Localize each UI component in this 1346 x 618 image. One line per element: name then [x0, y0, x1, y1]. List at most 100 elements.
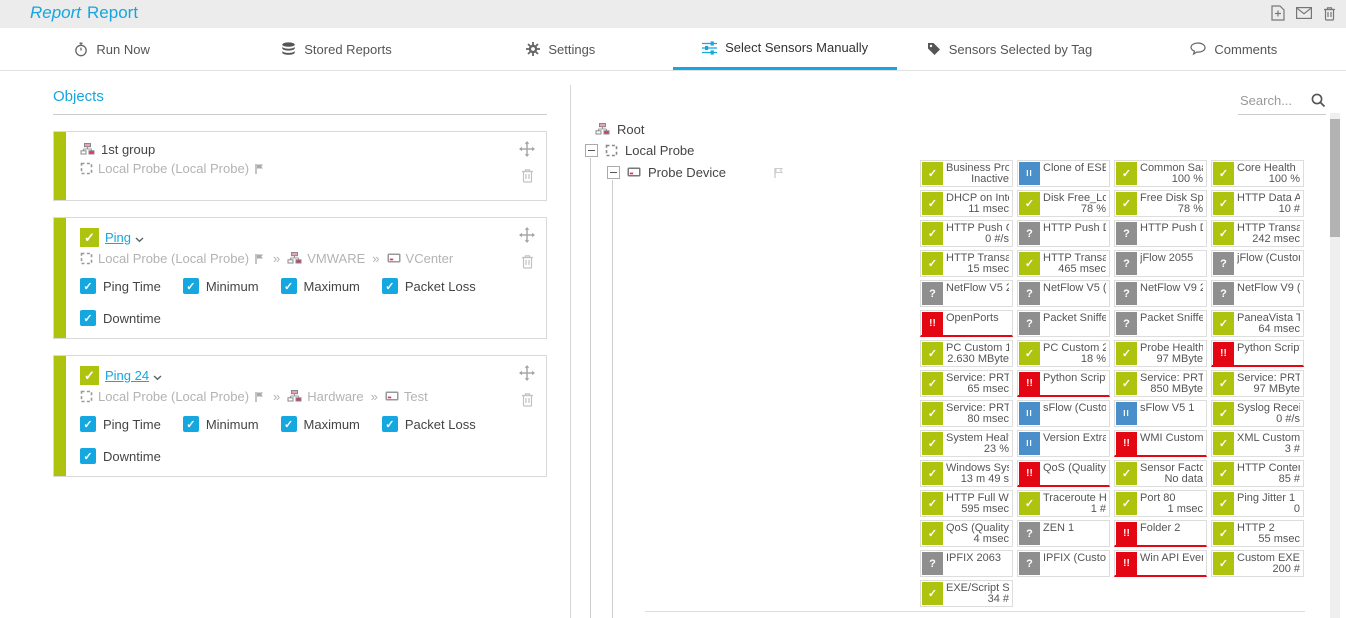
report-add-icon[interactable] [1271, 5, 1285, 21]
channel-checkbox-ping-time[interactable]: ✓Ping Time [80, 416, 161, 432]
sensor-tile[interactable]: ✓PC Custom 12.630 MByte [920, 340, 1013, 367]
sensor-tile[interactable]: ✓HTTP Push Co...0 #/s [920, 220, 1013, 247]
tree-node-probe-device[interactable]: Probe Device [607, 165, 785, 180]
channel-checkbox-maximum[interactable]: ✓Maximum [281, 416, 360, 432]
checkbox[interactable]: ✓ [382, 278, 398, 294]
tree-node-local-probe[interactable]: Local Probe [585, 143, 694, 158]
checkbox[interactable]: ✓ [281, 278, 297, 294]
sensor-tile[interactable]: !!Win API Eventl... [1114, 550, 1207, 577]
sensor-tile[interactable]: ✓Service: PRTG ...850 MByte [1114, 370, 1207, 397]
sensor-tile[interactable]: ✓XML Custom E...3 # [1211, 430, 1304, 457]
sensor-selected-checkbox[interactable]: ✓ [80, 366, 99, 385]
sensor-tile[interactable]: ✓Syslog Receive...0 #/s [1211, 400, 1304, 427]
scrollbar-track[interactable] [1330, 113, 1340, 618]
sensor-tile[interactable]: ✓System Health23 % [920, 430, 1013, 457]
sensor-tile[interactable]: !!WMI Custom S... [1114, 430, 1207, 457]
sensor-tile[interactable]: ✓PC Custom 218 % [1017, 340, 1110, 367]
checkbox[interactable]: ✓ [80, 278, 96, 294]
sensor-tile[interactable]: ✓Service: PRTG ...80 msec [920, 400, 1013, 427]
delete-icon[interactable] [521, 168, 534, 183]
chevron-down-icon[interactable] [135, 237, 144, 243]
tab-stored-reports[interactable]: Stored Reports [224, 28, 448, 70]
move-icon[interactable] [519, 141, 535, 157]
sensor-tile[interactable]: IIVersion Extract... [1017, 430, 1110, 457]
sensor-tile[interactable]: ✓QoS (Quality of...4 msec [920, 520, 1013, 547]
sensor-tile[interactable]: ✓Sensor Factory...No data [1114, 460, 1207, 487]
channel-checkbox-downtime[interactable]: ✓Downtime [80, 310, 161, 326]
sensor-tile[interactable]: ?IPFIX (Custom... [1017, 550, 1110, 577]
search-input[interactable] [1238, 92, 1304, 109]
tab-sensors-selected-by-tag[interactable]: Sensors Selected by Tag [897, 28, 1121, 70]
sensor-tile[interactable]: ✓Port 801 msec [1114, 490, 1207, 517]
search-icon[interactable] [1311, 93, 1326, 108]
sensor-tile[interactable]: IIsFlow (Custom... [1017, 400, 1110, 427]
checkbox[interactable]: ✓ [80, 448, 96, 464]
email-icon[interactable] [1296, 7, 1312, 19]
checkbox[interactable]: ✓ [183, 416, 199, 432]
sensor-tile[interactable]: ✓Windows Syst...13 m 49 s [920, 460, 1013, 487]
sensor-link[interactable]: Ping [105, 230, 131, 245]
sensor-tile[interactable]: !!QoS (Quality of... [1017, 460, 1110, 487]
sensor-tile[interactable]: ?ZEN 1 [1017, 520, 1110, 547]
sensor-tile[interactable]: ✓HTTP 255 msec [1211, 520, 1304, 547]
channel-checkbox-packet-loss[interactable]: ✓Packet Loss [382, 416, 476, 432]
tab-run-now[interactable]: Run Now [0, 28, 224, 70]
channel-checkbox-maximum[interactable]: ✓Maximum [281, 278, 360, 294]
checkbox[interactable]: ✓ [281, 416, 297, 432]
sensor-tile[interactable]: ✓Service: PRTG ...65 msec [920, 370, 1013, 397]
tab-settings[interactable]: Settings [449, 28, 673, 70]
sensor-tile[interactable]: ?HTTP Push Da... [1017, 220, 1110, 247]
sensor-tile[interactable]: IIsFlow V5 1 [1114, 400, 1207, 427]
move-icon[interactable] [519, 227, 535, 243]
sensor-tile[interactable]: ?IPFIX 2063 [920, 550, 1013, 577]
sensor-tile[interactable]: ✓Core Health100 % [1211, 160, 1304, 187]
checkbox[interactable]: ✓ [183, 278, 199, 294]
sensor-tile[interactable]: ✓HTTP Transact...465 msec [1017, 250, 1110, 277]
tree-node-root[interactable]: Root [595, 122, 644, 137]
sensor-link[interactable]: Ping 24 [105, 368, 149, 383]
checkbox[interactable]: ✓ [80, 310, 96, 326]
sensor-tile[interactable]: !!Python Script ... [1211, 340, 1304, 367]
sensor-tile[interactable]: ✓Traceroute Ho...1 # [1017, 490, 1110, 517]
sensor-tile[interactable]: !!OpenPorts [920, 310, 1013, 337]
sensor-tile[interactable]: ?NetFlow V9 (C... [1211, 280, 1304, 307]
sensor-tile[interactable]: ✓PaneaVista Te...64 msec [1211, 310, 1304, 337]
sensor-selected-checkbox[interactable]: ✓ [80, 228, 99, 247]
sensor-tile[interactable]: ✓HTTP Transact...15 msec [920, 250, 1013, 277]
sensor-tile[interactable]: ✓HTTP Content 185 # [1211, 460, 1304, 487]
channel-checkbox-ping-time[interactable]: ✓Ping Time [80, 278, 161, 294]
channel-checkbox-downtime[interactable]: ✓Downtime [80, 448, 161, 464]
sensor-tile[interactable]: ✓DHCP on Intel(...11 msec [920, 190, 1013, 217]
sensor-tile[interactable]: ✓Business Proc...Inactive [920, 160, 1013, 187]
sensor-tile[interactable]: ✓Common SaaS...100 % [1114, 160, 1207, 187]
channel-checkbox-minimum[interactable]: ✓Minimum [183, 278, 259, 294]
delete-icon[interactable] [521, 392, 534, 407]
sensor-tile[interactable]: ?jFlow 2055 [1114, 250, 1207, 277]
collapse-icon[interactable] [585, 144, 598, 157]
checkbox[interactable]: ✓ [382, 416, 398, 432]
sensor-tile[interactable]: ✓Custom EXE/S...200 # [1211, 550, 1304, 577]
sensor-tile[interactable]: ?NetFlow V9 20... [1114, 280, 1207, 307]
sensor-tile[interactable]: ?Packet Sniffer 2 [1114, 310, 1207, 337]
sensor-tile[interactable]: ✓EXE/Script Sen...34 # [920, 580, 1013, 607]
chevron-down-icon[interactable] [153, 375, 162, 381]
sensor-tile[interactable]: ?Packet Sniffer 1 [1017, 310, 1110, 337]
scrollbar-thumb[interactable] [1330, 119, 1340, 237]
sensor-tile[interactable]: ✓Probe Health97 MByte [1114, 340, 1207, 367]
tab-select-sensors-manually[interactable]: Select Sensors Manually [673, 28, 897, 70]
sensor-tile[interactable]: ✓Service: PRTG ...97 MByte [1211, 370, 1304, 397]
delete-report-icon[interactable] [1323, 6, 1336, 21]
tab-comments[interactable]: Comments [1122, 28, 1346, 70]
delete-icon[interactable] [521, 254, 534, 269]
sensor-tile[interactable]: ✓Disk Free_Local78 % [1017, 190, 1110, 217]
sensor-tile[interactable]: ?HTTP Push Da... [1114, 220, 1207, 247]
collapse-icon[interactable] [607, 166, 620, 179]
sensor-tile[interactable]: ✓HTTP Full Web...595 msec [920, 490, 1013, 517]
sensor-tile[interactable]: ?NetFlow V5 20... [920, 280, 1013, 307]
sensor-tile[interactable]: ✓Ping Jitter 10 [1211, 490, 1304, 517]
sensor-tile[interactable]: !!Folder 2 [1114, 520, 1207, 547]
checkbox[interactable]: ✓ [80, 416, 96, 432]
sensor-tile[interactable]: IIClone of ESET ... [1017, 160, 1110, 187]
sensor-tile[interactable]: !!Python Script ... [1017, 370, 1110, 397]
channel-checkbox-minimum[interactable]: ✓Minimum [183, 416, 259, 432]
